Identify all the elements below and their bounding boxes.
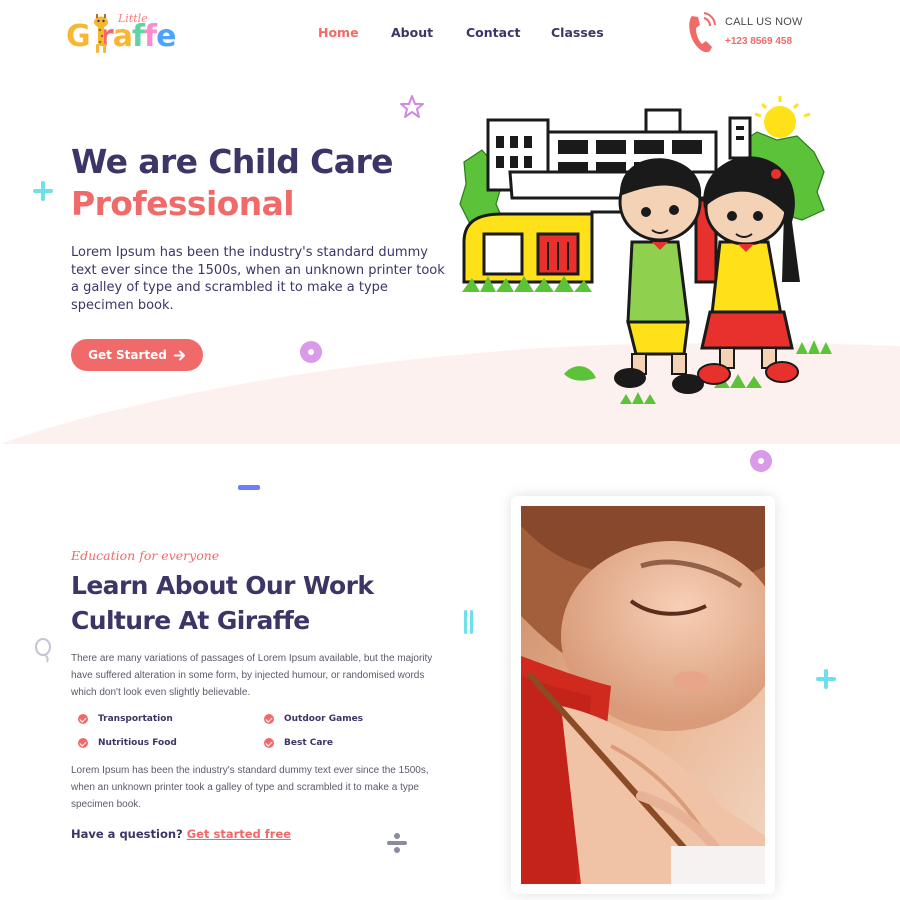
nav-home[interactable]: Home [318, 25, 359, 40]
hero-title: We are Child Care [71, 142, 394, 181]
get-started-label: Get Started [88, 348, 167, 362]
get-started-button[interactable]: Get Started [71, 339, 203, 371]
photo-card [511, 496, 775, 894]
sun-icon [754, 96, 811, 138]
feature-item: Nutritious Food [78, 738, 177, 748]
double-bar-icon [464, 610, 473, 634]
section-title: Learn About Our Work Culture At Giraffe [71, 571, 374, 635]
star-icon [400, 95, 424, 118]
child-drawing-photo [521, 506, 765, 884]
check-icon [78, 714, 88, 724]
check-icon [264, 738, 274, 748]
phone-icon[interactable] [686, 10, 720, 54]
feature-item: Best Care [264, 738, 333, 748]
feature-item: Outdoor Games [264, 714, 363, 724]
divide-icon [387, 833, 407, 853]
hero-description: Lorem Ipsum has been the industry's stan… [71, 245, 445, 313]
call-us-label: CALL US NOW [725, 16, 803, 28]
logo-letter: e [156, 19, 176, 54]
plus-icon [816, 669, 836, 689]
call-us-number[interactable]: +123 8569 458 [725, 36, 792, 47]
hero-title-highlight: Professional [71, 184, 295, 223]
logo-letter: f [144, 19, 157, 54]
plus-icon [33, 181, 53, 201]
dash-icon [238, 485, 260, 490]
feature-label: Best Care [284, 738, 333, 748]
boy-figure [614, 158, 704, 394]
section-kicker: Education for everyone [71, 548, 220, 563]
question-text: Have a question? [71, 827, 183, 841]
feature-label: Nutritious Food [98, 738, 177, 748]
question-line: Have a question? Get started free [71, 827, 291, 841]
logo-letter: f [131, 19, 145, 54]
logo-wordmark: Giraffe [66, 19, 176, 54]
feature-label: Transportation [98, 714, 173, 724]
check-icon [264, 714, 274, 724]
ring-dot-icon [300, 341, 322, 363]
section-description-secondary: Lorem Ipsum has been the industry's stan… [71, 765, 429, 810]
hero-illustration [459, 96, 832, 404]
site-logo[interactable]: Little Giraffe [66, 12, 208, 56]
arrow-right-icon [173, 350, 185, 360]
ring-dot-icon [750, 450, 772, 472]
logo-letter: G [66, 19, 91, 54]
section-description: There are many variations of passages of… [71, 653, 433, 698]
nav-contact[interactable]: Contact [466, 25, 520, 40]
feature-item: Transportation [78, 714, 173, 724]
nav-classes[interactable]: Classes [551, 25, 604, 40]
feature-label: Outdoor Games [284, 714, 364, 724]
logo-letter: a [112, 19, 133, 54]
check-icon [78, 738, 88, 748]
nav-about[interactable]: About [391, 25, 433, 40]
giraffe-icon [94, 14, 108, 53]
get-started-free-link[interactable]: Get started free [187, 827, 291, 841]
balloon-icon [35, 638, 51, 663]
